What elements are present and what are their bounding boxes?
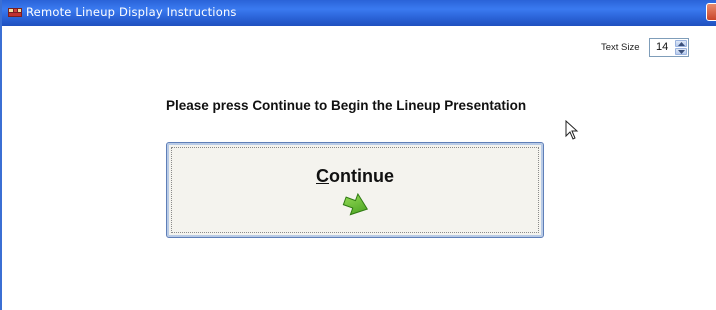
continue-button[interactable]: Continue xyxy=(166,142,544,238)
green-arrow-icon xyxy=(342,192,369,216)
continue-label-rest: ontinue xyxy=(329,166,394,186)
chevron-down-icon xyxy=(678,50,685,54)
instruction-text: Please press Continue to Begin the Lineu… xyxy=(166,98,527,113)
spinner-buttons xyxy=(675,40,687,55)
app-icon xyxy=(8,8,22,17)
spin-up-button[interactable] xyxy=(675,40,687,47)
text-size-label: Text Size xyxy=(601,42,640,53)
window-title: Remote Lineup Display Instructions xyxy=(26,5,237,19)
title-bar[interactable]: Remote Lineup Display Instructions xyxy=(2,0,716,26)
close-button[interactable] xyxy=(706,3,716,21)
text-size-spinner[interactable]: 14 xyxy=(649,38,689,57)
focus-rectangle xyxy=(171,147,539,233)
mouse-cursor-icon xyxy=(565,120,579,140)
continue-button-label: Continue xyxy=(167,166,543,187)
chevron-up-icon xyxy=(678,42,685,46)
spin-down-button[interactable] xyxy=(675,48,687,55)
instructions-window: Remote Lineup Display Instructions Text … xyxy=(0,0,716,310)
text-size-value[interactable]: 14 xyxy=(656,41,668,53)
continue-mnemonic: C xyxy=(316,166,329,186)
